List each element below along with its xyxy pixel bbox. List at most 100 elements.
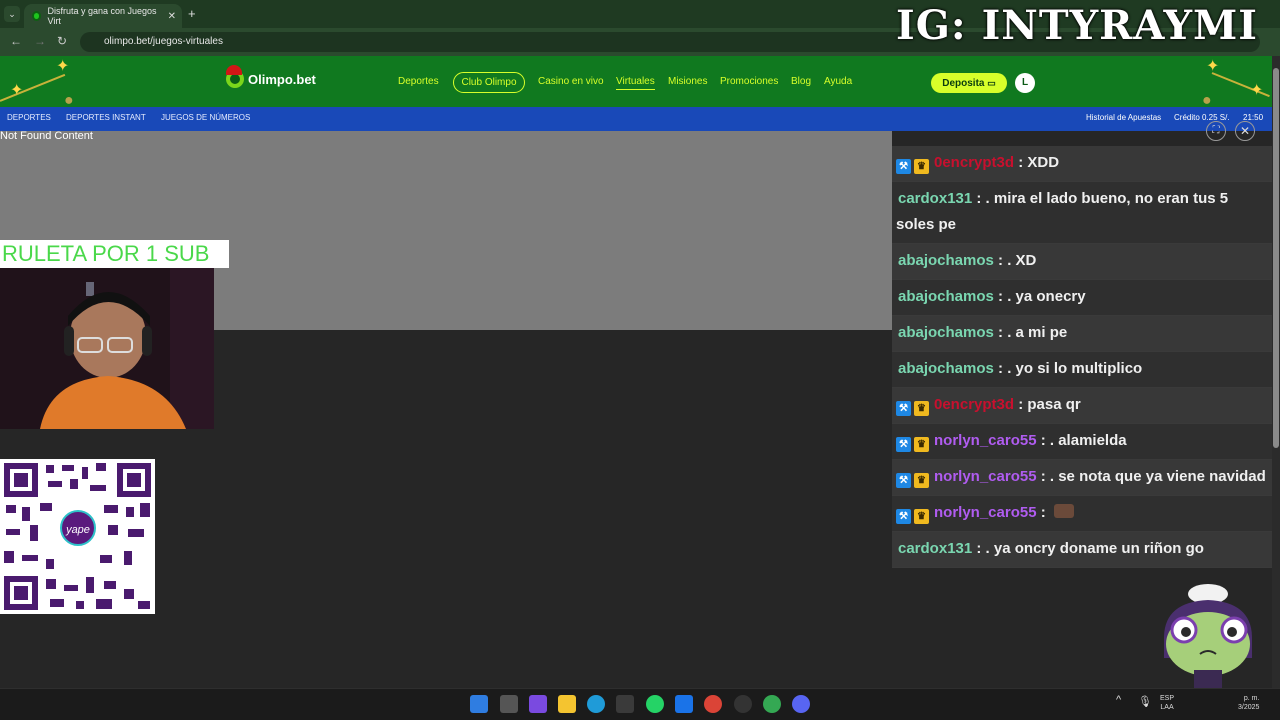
logo-text: Olimpo.bet — [248, 71, 316, 87]
scrollbar-thumb[interactable] — [1273, 68, 1279, 448]
chat-username[interactable]: cardox131 — [898, 540, 972, 557]
webcam-feed — [0, 268, 214, 429]
chat-username[interactable]: norlyn_caro55 — [934, 504, 1037, 521]
reload-button[interactable]: ↻ — [57, 34, 67, 48]
chat-text: : . yo si lo multiplico — [998, 360, 1143, 377]
star-icon: ✦ — [56, 58, 70, 75]
store-icon[interactable] — [616, 695, 634, 713]
chat-text: : . ya oncry doname un riñon go — [976, 540, 1204, 557]
chat-text: : . XD — [998, 252, 1037, 269]
moderator-badge-icon: ⚒ — [896, 437, 911, 452]
clock-time-period: p. m. — [1243, 695, 1260, 702]
obs-icon[interactable] — [734, 695, 752, 713]
new-tab-button[interactable]: + — [188, 6, 196, 21]
edge-icon[interactable] — [587, 695, 605, 713]
nav-deportes[interactable]: Deportes — [398, 76, 439, 87]
tab-list-button[interactable]: ⌄ — [4, 6, 20, 22]
yape-logo: yape — [60, 510, 96, 546]
chat-username[interactable]: 0encrypt3d — [934, 154, 1014, 171]
language-indicator[interactable]: ESP LAA — [1160, 694, 1174, 712]
chat-text: : — [1040, 504, 1046, 521]
forward-button[interactable]: → — [34, 34, 46, 48]
crown-badge-icon: ♛ — [914, 401, 929, 416]
chrome-icon[interactable] — [704, 695, 722, 713]
microphone-icon[interactable]: 🎙 — [1138, 695, 1152, 708]
chat-username[interactable]: abajochamos — [898, 360, 994, 377]
start-icon[interactable] — [470, 695, 488, 713]
chat-message: abajochamos : . ya onecry — [892, 280, 1272, 316]
historial-link[interactable]: Historial de Apuestas — [1086, 113, 1161, 122]
chat-text: : . alamielda — [1040, 432, 1127, 449]
star-icon: ✦ — [1206, 58, 1220, 75]
tray-overflow-icon[interactable]: ^ — [1116, 694, 1121, 706]
browser-tab[interactable]: Disfruta y gana con Juegos Virt ✕ — [24, 4, 182, 28]
subnav-deportes-instant[interactable]: DEPORTES INSTANT — [66, 113, 146, 122]
chat-text: : . ya onecry — [998, 288, 1086, 305]
site-favicon-icon — [32, 11, 42, 21]
file-explorer-icon[interactable] — [558, 695, 576, 713]
nav-promociones[interactable]: Promociones — [720, 76, 778, 87]
subnav-deportes[interactable]: DEPORTES — [7, 113, 51, 122]
language-code: ESP — [1160, 695, 1175, 702]
subnav-juegos-de-numeros[interactable]: JUEGOS DE NÚMEROS — [161, 113, 250, 122]
nav-casino-en-vivo[interactable]: Casino en vivo — [538, 76, 604, 87]
deposita-button[interactable]: Deposita ▭ — [931, 73, 1007, 93]
nav-ayuda[interactable]: Ayuda — [824, 76, 852, 87]
nav-blog[interactable]: Blog — [791, 76, 811, 87]
wallet-icon: ▭ — [987, 78, 996, 88]
crown-badge-icon: ♛ — [914, 509, 929, 524]
chat-text: : XDD — [1018, 154, 1060, 171]
olimpo-logo-icon — [226, 65, 244, 88]
chat-text: : . se nota que ya viene navidad — [1040, 468, 1266, 485]
chat-message: ⚒ ♛ 0encrypt3d : pasa qr — [892, 388, 1272, 424]
expand-icon[interactable]: ⛶ — [1206, 121, 1226, 141]
nav-club-olimpo[interactable]: Club Olimpo — [453, 72, 525, 93]
credit-balance: Crédito 0.25 S/. — [1174, 113, 1230, 122]
santa-hat-icon — [226, 65, 242, 75]
task-view-icon[interactable] — [500, 695, 518, 713]
chat-username[interactable]: cardox131 — [898, 190, 972, 207]
chat-message: abajochamos : . yo si lo multiplico — [892, 352, 1272, 388]
chat-message: ⚒ ♛ norlyn_caro55 : . alamielda — [892, 424, 1272, 460]
star-icon: ✦ — [1250, 82, 1264, 99]
crown-badge-icon: ♛ — [914, 159, 929, 174]
chat-message: cardox131 : . ya oncry doname un riñon g… — [892, 532, 1272, 568]
moderator-badge-icon: ⚒ — [896, 509, 911, 524]
system-clock[interactable]: p. m. 3/2025 — [1238, 694, 1259, 712]
moderator-badge-icon: ⚒ — [896, 473, 911, 488]
frog-mascot-image — [1164, 584, 1252, 688]
not-found-message: Not Found Content — [0, 130, 93, 142]
chat-username[interactable]: norlyn_caro55 — [934, 468, 1037, 485]
chat-username[interactable]: 0encrypt3d — [934, 396, 1014, 413]
keyboard-layout: LAA — [1160, 704, 1174, 711]
chrome-profile-icon[interactable] — [763, 695, 781, 713]
chat-username[interactable]: norlyn_caro55 — [934, 432, 1037, 449]
whatsapp-icon[interactable] — [646, 695, 664, 713]
discord-icon[interactable] — [792, 695, 810, 713]
ruleta-banner: RULETA POR 1 SUB — [0, 240, 229, 268]
outlook-icon[interactable] — [675, 695, 693, 713]
nav-misiones[interactable]: Misiones — [668, 76, 707, 87]
close-icon[interactable]: ✕ — [1235, 121, 1255, 141]
tab-close-icon[interactable]: ✕ — [168, 11, 176, 22]
chat-message: cardox131 : . mira el lado bueno, no era… — [892, 182, 1272, 244]
streamer-webcam-image — [0, 268, 214, 429]
back-button[interactable]: ← — [10, 34, 22, 48]
moderator-badge-icon: ⚒ — [896, 401, 911, 416]
chat-message: ⚒ ♛ norlyn_caro55 : . se nota que ya viene… — [892, 460, 1272, 496]
user-avatar[interactable]: L — [1015, 73, 1035, 93]
clock-date: 3/2025 — [1238, 704, 1260, 711]
chat-message: abajochamos : . a mi pe — [892, 316, 1272, 352]
nav-virtuales[interactable]: Virtuales — [616, 76, 655, 90]
site-logo[interactable]: Olimpo.bet — [226, 65, 316, 88]
chat-message: ⚒ ♛ 0encrypt3d : XDD — [892, 146, 1272, 182]
chat-message: abajochamos : . XD — [892, 244, 1272, 280]
copilot-icon[interactable] — [529, 695, 547, 713]
chat-message: ⚒ ♛ norlyn_caro55 : — [892, 496, 1272, 532]
star-icon: ✦ — [10, 82, 24, 99]
chat-username[interactable]: abajochamos — [898, 252, 994, 269]
crown-badge-icon: ♛ — [914, 437, 929, 452]
chat-username[interactable]: abajochamos — [898, 288, 994, 305]
chat-username[interactable]: abajochamos — [898, 324, 994, 341]
chat-text: : . a mi pe — [998, 324, 1068, 341]
